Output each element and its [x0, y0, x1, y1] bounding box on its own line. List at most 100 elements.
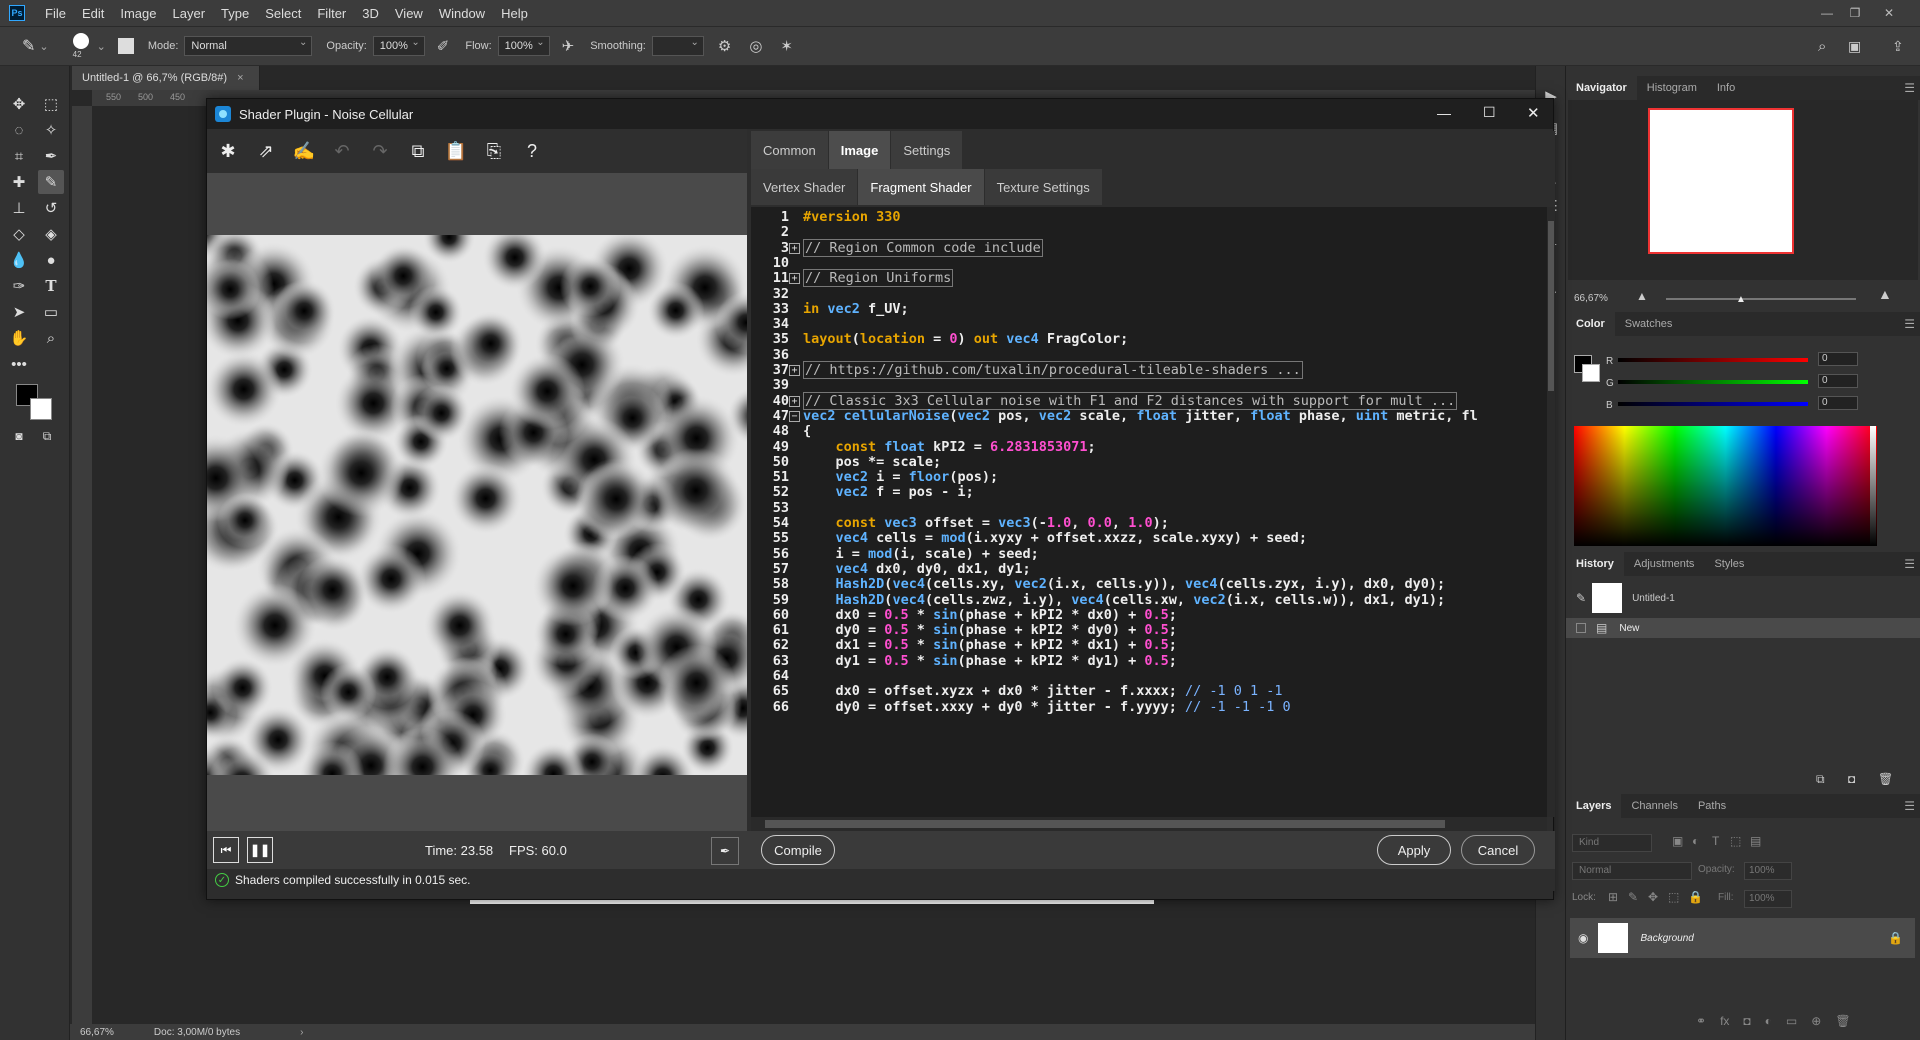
minimize-icon[interactable]: — — [1814, 0, 1840, 26]
chevron-right-icon[interactable]: › — [300, 1027, 303, 1038]
code-line[interactable]: vec4 dx0, dy0, dx1, dy1; — [803, 561, 1031, 577]
code-line[interactable]: dy0 = 0.5 * sin(phase + kPI2 * dy0) + 0.… — [803, 622, 1177, 638]
red-slider[interactable] — [1618, 358, 1808, 362]
vertical-scrollbar[interactable] — [1547, 207, 1555, 817]
type-tool-icon[interactable]: T — [38, 274, 64, 298]
code-line[interactable]: vec2 cellularNoise(vec2 pos, vec2 scale,… — [803, 408, 1478, 424]
blur-tool-icon[interactable]: 💧 — [6, 248, 32, 272]
smoothing-input[interactable] — [651, 36, 704, 56]
code-line[interactable]: // Classic 3x3 Cellular noise with F1 an… — [803, 391, 1458, 410]
tab-common[interactable]: Common — [751, 131, 828, 169]
help-icon[interactable]: ? — [515, 134, 549, 168]
code-editor[interactable]: 1 #version 330 2 3 +// Region Common code in… — [751, 207, 1547, 817]
layers-blend-mode[interactable]: Normal — [1572, 862, 1692, 880]
shader-preview[interactable] — [207, 235, 747, 775]
more-tools-icon[interactable]: ••• — [6, 352, 32, 376]
tab-fragment-shader[interactable]: Fragment Shader — [858, 169, 984, 205]
menu-view[interactable]: View — [387, 6, 431, 21]
grayscale-ramp[interactable] — [1870, 426, 1876, 546]
path-selection-icon[interactable]: ➤ — [6, 300, 32, 324]
lock-position-icon[interactable]: ✥ — [1648, 890, 1658, 904]
menu-select[interactable]: Select — [257, 6, 309, 21]
dodge-tool-icon[interactable]: ● — [38, 248, 64, 272]
menu-window[interactable]: Window — [431, 6, 493, 21]
filter-type-icon[interactable]: T — [1712, 834, 1719, 848]
new-file-icon[interactable]: ✱ — [211, 134, 245, 168]
tab-layers[interactable]: Layers — [1566, 794, 1622, 818]
layers-filter-kind[interactable]: Kind — [1572, 834, 1652, 852]
tab-vertex-shader[interactable]: Vertex Shader — [751, 169, 858, 205]
tab-channels[interactable]: Channels — [1621, 794, 1687, 818]
menu-layer[interactable]: Layer — [165, 6, 214, 21]
paste-icon[interactable]: 📋 — [439, 134, 473, 168]
menu-edit[interactable]: Edit — [74, 6, 112, 21]
document-tab[interactable]: Untitled-1 @ 66,7% (RGB/8#) × — [72, 66, 260, 90]
flow-input[interactable]: 100% — [497, 36, 550, 56]
zoom-tool-icon[interactable]: ⌕ — [38, 326, 64, 350]
tab-settings[interactable]: Settings — [891, 131, 963, 169]
filter-adjust-icon[interactable]: ◐ — [1692, 834, 1699, 848]
lock-artboard-icon[interactable]: ⬚ — [1668, 890, 1679, 904]
code-line[interactable]: dy0 = offset.xxxy + dy0 * jitter - f.yyy… — [803, 699, 1291, 715]
green-slider[interactable] — [1618, 380, 1808, 384]
tab-paths[interactable]: Paths — [1688, 794, 1736, 818]
menu-image[interactable]: Image — [112, 6, 164, 21]
color-g-input[interactable]: 0 — [1818, 374, 1858, 388]
color-spectrum[interactable] — [1574, 426, 1877, 546]
tab-history[interactable]: History — [1566, 552, 1624, 576]
cancel-button[interactable]: Cancel — [1461, 835, 1535, 865]
code-line[interactable]: #version 330 — [803, 209, 901, 225]
opacity-input[interactable]: 100% — [372, 36, 425, 56]
new-layer-icon[interactable]: ⊕ — [1811, 1014, 1821, 1028]
scrollbar-thumb[interactable] — [1548, 221, 1554, 391]
compile-button[interactable]: Compile — [761, 835, 835, 865]
code-line[interactable]: // Region Uniforms — [803, 269, 954, 288]
filter-smart-icon[interactable]: ▤ — [1750, 834, 1761, 848]
brush-tool-icon[interactable]: ✎ — [38, 170, 64, 194]
menu-type[interactable]: Type — [213, 6, 257, 21]
export-icon[interactable]: ⎘ — [477, 134, 511, 168]
history-brush-icon[interactable]: ↺ — [38, 196, 64, 220]
brush-settings-icon[interactable] — [117, 38, 134, 54]
tab-color[interactable]: Color — [1566, 312, 1615, 336]
slider-thumb-icon[interactable]: ▲ — [1736, 294, 1746, 305]
expand-region-icon[interactable]: + — [789, 395, 800, 407]
close-icon[interactable]: × — [237, 72, 243, 84]
chevron-down-icon[interactable]: ⌄ — [97, 40, 106, 53]
tab-navigator[interactable]: Navigator — [1566, 76, 1637, 100]
lasso-tool-icon[interactable]: ◌ — [6, 118, 32, 142]
chevron-down-icon[interactable]: ⌄ — [39, 40, 48, 53]
history-checkbox[interactable] — [1576, 623, 1586, 633]
zoom-in-icon[interactable]: ▲ — [1878, 286, 1892, 302]
panel-menu-icon[interactable]: ☰ — [1904, 557, 1915, 571]
layer-row[interactable]: ◉ Background 🔒 — [1570, 918, 1915, 958]
fx-icon[interactable]: fx — [1720, 1014, 1729, 1028]
gear-icon[interactable]: ⚙ — [718, 37, 731, 55]
code-line[interactable]: // Region Common code include — [803, 238, 1043, 257]
panel-menu-icon[interactable]: ☰ — [1904, 81, 1915, 95]
code-line[interactable]: i = mod(i, scale) + seed; — [803, 546, 1039, 562]
screen-mode-icon[interactable]: ⧉ — [34, 424, 60, 448]
new-doc-from-state-icon[interactable]: ⧉ — [1816, 772, 1825, 787]
filter-shape-icon[interactable]: ⬚ — [1730, 834, 1741, 848]
healing-brush-icon[interactable]: ✚ — [6, 170, 32, 194]
paint-bucket-icon[interactable]: ◈ — [38, 222, 64, 246]
code-line[interactable]: vec2 i = floor(pos); — [803, 469, 999, 485]
code-line[interactable]: Hash2D(vec4(cells.xy, vec2(i.x, cells.y)… — [803, 576, 1446, 592]
panel-menu-icon[interactable]: ☰ — [1904, 799, 1915, 813]
color-bg-swatch[interactable] — [1582, 364, 1600, 382]
magic-wand-icon[interactable]: ✧ — [38, 118, 64, 142]
eyedropper-icon[interactable]: ✒ — [38, 144, 64, 168]
quick-mask-icon[interactable]: ◙ — [6, 424, 32, 448]
camera-icon[interactable]: ◘ — [1848, 772, 1855, 786]
code-line[interactable]: in vec2 f_UV; — [803, 301, 909, 317]
lock-all-icon[interactable]: 🔒 — [1688, 890, 1703, 904]
trash-icon[interactable]: 🗑 — [1835, 1014, 1850, 1028]
tab-texture-settings[interactable]: Texture Settings — [984, 169, 1102, 205]
expand-region-icon[interactable]: + — [789, 273, 800, 285]
code-line[interactable]: dx0 = offset.xyzx + dx0 * jitter - f.xxx… — [803, 683, 1283, 699]
color-r-input[interactable]: 0 — [1818, 352, 1858, 366]
pressure-size-icon[interactable]: ◎ — [749, 37, 762, 55]
hand-tool-icon[interactable]: ✋ — [6, 326, 32, 350]
folder-icon[interactable]: ▭ — [1786, 1014, 1797, 1028]
